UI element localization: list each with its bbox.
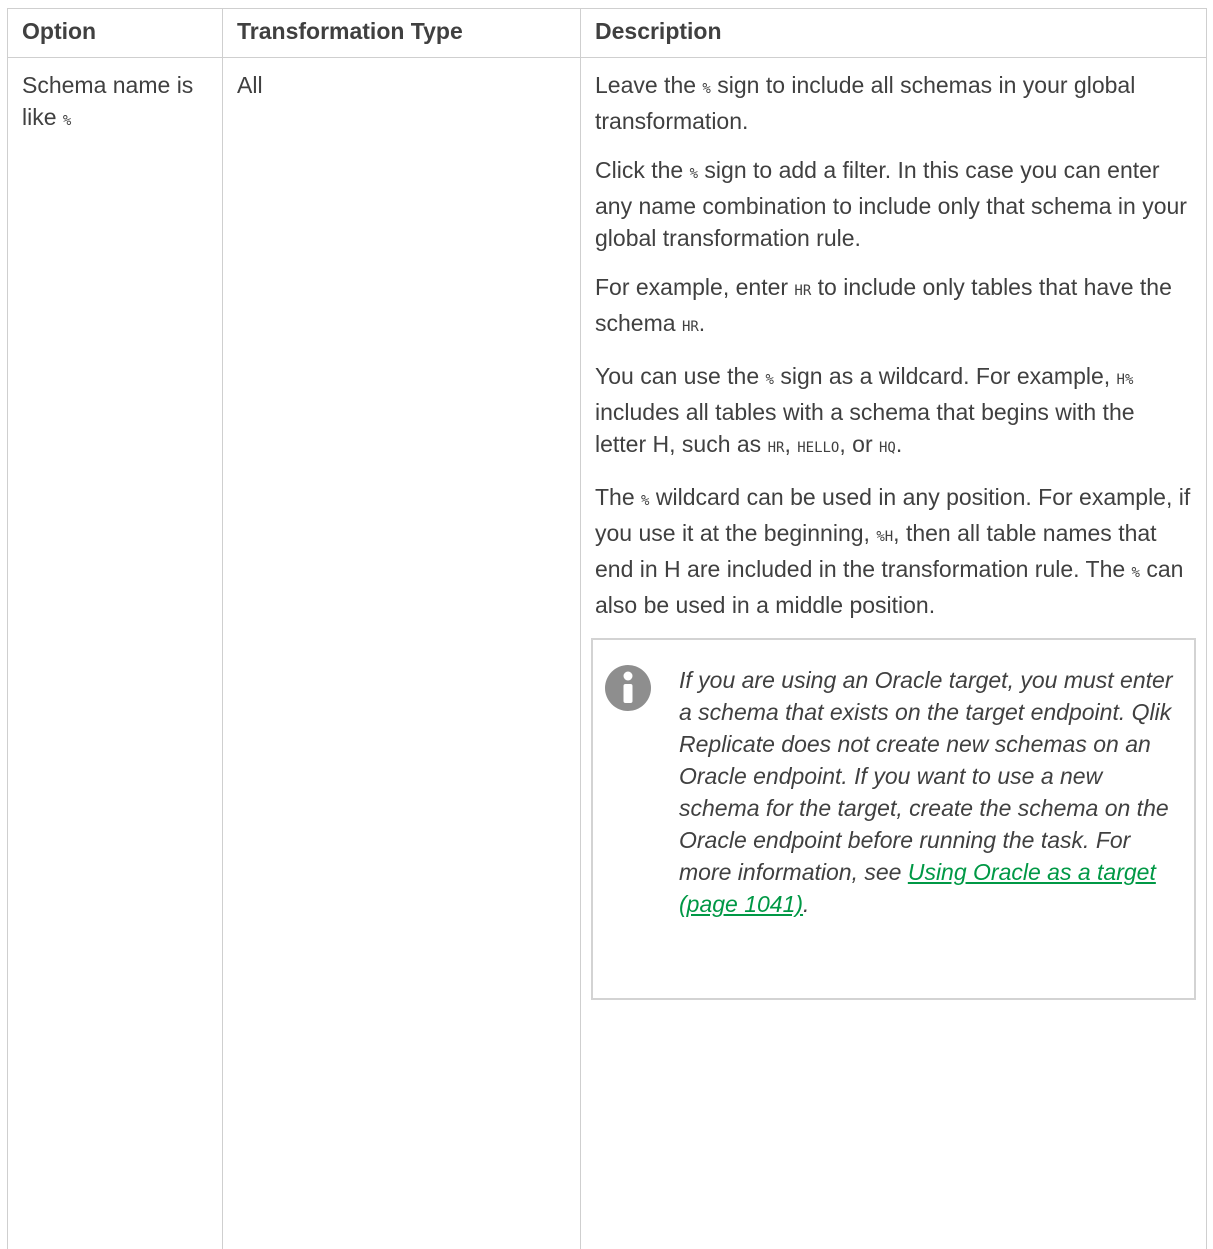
options-table: Option Transformation Type Description S…	[7, 8, 1207, 1249]
header-row: Option Transformation Type Description	[8, 9, 1207, 58]
paragraph-text: .	[896, 431, 902, 457]
description-paragraph: You can use the % sign as a wildcard. Fo…	[595, 360, 1192, 464]
description-paragraph: Click the % sign to add a filter. In thi…	[595, 154, 1192, 254]
inline-code: HELLO	[797, 440, 839, 456]
header-option: Option	[8, 9, 223, 58]
inline-code: %	[1132, 565, 1140, 581]
note-text: If you are using an Oracle target, you m…	[679, 664, 1174, 920]
note-body: If you are using an Oracle target, you m…	[679, 667, 1172, 885]
paragraph-text: ,	[784, 431, 797, 457]
option-cell: Schema name is like %	[8, 58, 223, 1249]
inline-code: H%	[1117, 372, 1134, 388]
description-cell: Leave the % sign to include all schemas …	[581, 58, 1207, 1249]
option-label: Schema name is like	[22, 72, 193, 130]
paragraph-text: .	[699, 310, 705, 336]
paragraph-text: , or	[839, 431, 879, 457]
inline-code: HQ	[879, 440, 896, 456]
inline-code: %	[690, 166, 698, 182]
paragraph-text: Leave the	[595, 72, 702, 98]
note-box: If you are using an Oracle target, you m…	[591, 638, 1196, 1000]
description-paragraph: The % wildcard can be used in any positi…	[595, 481, 1192, 621]
description-paragraph: For example, enter HR to include only ta…	[595, 271, 1192, 343]
header-description: Description	[581, 9, 1207, 58]
inline-code: HR	[768, 440, 785, 456]
note-end: .	[803, 891, 809, 917]
option-code: %	[63, 113, 71, 129]
description-paragraph: Leave the % sign to include all schemas …	[595, 69, 1192, 137]
info-icon	[605, 665, 651, 711]
inline-code: %	[702, 81, 710, 97]
inline-code: %	[766, 372, 774, 388]
table-row: Schema name is like % All Leave the % si…	[8, 58, 1207, 1249]
header-transformation-type: Transformation Type	[223, 9, 581, 58]
inline-code: %H	[876, 529, 893, 545]
inline-code: HR	[682, 319, 699, 335]
paragraph-text: Click the	[595, 157, 690, 183]
type-cell: All	[223, 58, 581, 1249]
paragraph-text: You can use the	[595, 363, 766, 389]
paragraph-text: sign as a wildcard. For example,	[774, 363, 1117, 389]
inline-code: HR	[794, 283, 811, 299]
paragraph-text: For example, enter	[595, 274, 794, 300]
paragraph-text: The	[595, 484, 641, 510]
description-paragraphs: Leave the % sign to include all schemas …	[595, 69, 1192, 621]
